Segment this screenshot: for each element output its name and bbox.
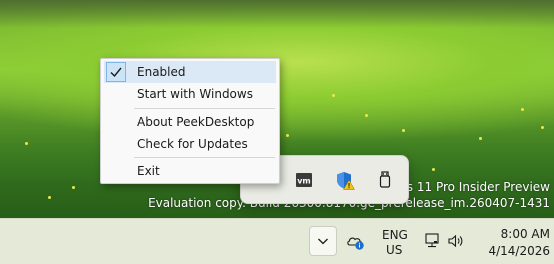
menu-item-label: About PeekDesktop [137,115,255,129]
menu-separator [134,157,275,158]
menu-item-about[interactable]: About PeekDesktop [104,111,276,133]
input-language-indicator[interactable]: ENG US [376,225,412,259]
clock-date-text: 4/14/2026 [488,244,550,258]
language-region: US [386,243,403,257]
chevron-down-icon [318,238,328,245]
menu-separator [134,108,275,109]
menu-item-label: Check for Updates [137,137,248,151]
network-volume-button[interactable] [420,229,468,253]
menu-item-label: Enabled [137,65,186,79]
volume-icon [448,234,463,248]
checkmark-icon [106,62,126,82]
language-code: ENG [382,228,408,242]
clock-date[interactable]: 8:00 AM 4/14/2026 [476,223,550,259]
menu-item-exit[interactable]: Exit [104,160,276,182]
menu-item-enabled[interactable]: Enabled [104,61,276,83]
peekdesktop-context-menu: Enabled Start with Windows About PeekDes… [100,58,280,184]
usb-device-icon[interactable] [375,170,395,190]
show-hidden-icons-button[interactable] [309,226,337,256]
menu-item-start-with-windows[interactable]: Start with Windows [104,83,276,105]
onedrive-icon[interactable] [345,231,367,251]
network-icon [425,233,439,248]
menu-item-label: Start with Windows [137,87,253,101]
svg-text:vm: vm [297,177,311,186]
menu-item-label: Exit [137,164,160,178]
taskbar: ENG US 8:00 AM 4/14/2026 [0,218,554,264]
windows-security-warning-icon[interactable] [335,170,355,190]
vmware-icon[interactable]: vm [294,170,314,190]
menu-item-check-for-updates[interactable]: Check for Updates [104,133,276,155]
clock-time: 8:00 AM [500,227,550,241]
